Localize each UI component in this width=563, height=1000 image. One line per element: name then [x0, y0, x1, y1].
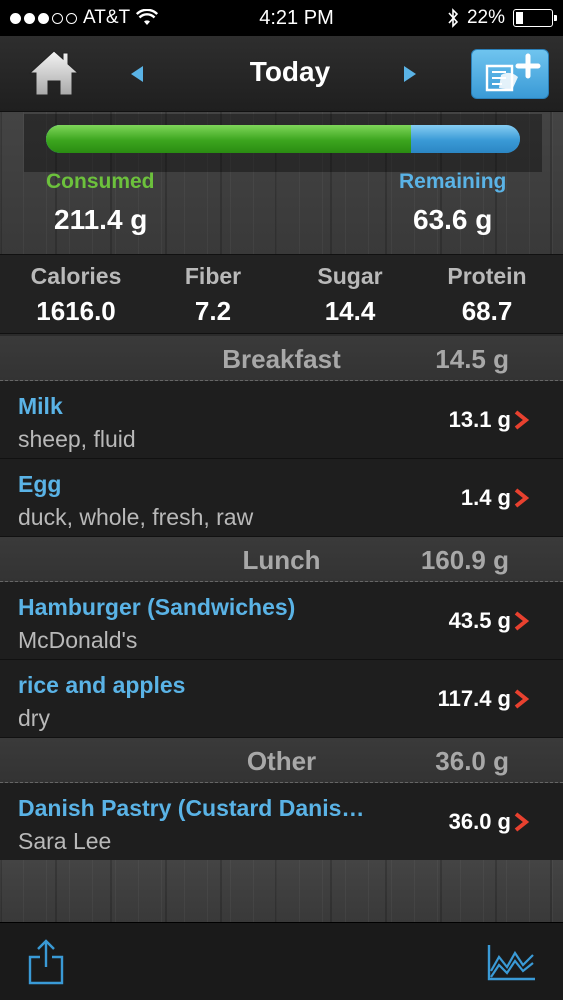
nutrient-value: 1616.0: [36, 296, 116, 326]
clock: 4:21 PM: [259, 6, 334, 29]
consumed-value: 211.4 g: [54, 204, 148, 235]
food-amount: 13.1 g: [448, 407, 511, 432]
bluetooth-icon: [448, 8, 459, 28]
nutrient-label: Calories: [30, 263, 122, 289]
food-log-list: Breakfast 14.5 g Milk sheep, fluid 13.1 …: [0, 336, 563, 861]
food-row[interactable]: Egg duck, whole, fresh, raw 1.4 g: [0, 459, 563, 537]
add-food-button[interactable]: [471, 49, 549, 99]
food-name: Egg: [18, 471, 62, 497]
meal-header-lunch: Lunch 160.9 g: [0, 537, 563, 582]
progress-bar: [46, 125, 520, 153]
food-row[interactable]: rice and apples dry 117.4 g: [0, 660, 563, 738]
food-amount: 117.4 g: [437, 686, 511, 711]
nutrient-fiber: Fiber 7.2: [143, 255, 283, 327]
food-description: dry: [18, 705, 50, 731]
food-name: Hamburger (Sandwiches): [18, 594, 296, 620]
food-name: Danish Pastry (Custard Danis…: [18, 795, 365, 821]
meal-header-breakfast: Breakfast 14.5 g: [0, 336, 563, 381]
food-name: Milk: [18, 393, 63, 419]
status-right: 22%: [413, 7, 557, 29]
meal-total: 36.0 g: [435, 746, 509, 776]
chevron-right-icon: [514, 689, 529, 709]
progress-consumed: [46, 125, 411, 153]
battery-icon: [513, 9, 557, 27]
food-amount: 36.0 g: [448, 809, 511, 834]
carrier-label: AT&T: [83, 7, 131, 28]
page-title: Today: [249, 56, 331, 87]
nutrient-calories: Calories 1616.0: [6, 255, 146, 327]
food-row[interactable]: Hamburger (Sandwiches) McDonald's 43.5 g: [0, 582, 563, 660]
nutrient-label: Fiber: [184, 263, 242, 289]
chevron-right-icon: [514, 488, 529, 508]
food-description: McDonald's: [18, 627, 138, 653]
nutrient-label: Protein: [447, 263, 527, 289]
nav-bar: Today: [0, 36, 563, 112]
daily-summary: Consumed 211.4 g Remaining 63.6 g: [0, 112, 563, 254]
nutrient-value: 7.2: [194, 296, 232, 326]
empty-background: [0, 860, 563, 922]
remaining-value: 63.6 g: [413, 204, 493, 235]
arrow-right-icon[interactable]: [400, 64, 420, 84]
home-icon[interactable]: [28, 48, 80, 98]
meal-total: 160.9 g: [420, 545, 509, 575]
food-row[interactable]: Milk sheep, fluid 13.1 g: [0, 381, 563, 459]
remaining-label: Remaining: [399, 170, 507, 193]
food-amount: 43.5 g: [448, 608, 511, 633]
chart-icon[interactable]: [487, 943, 537, 981]
status-bar: AT&T 4:21 PM 22%: [0, 0, 563, 36]
food-row[interactable]: Danish Pastry (Custard Danis… Sara Lee 3…: [0, 783, 563, 861]
meal-header-other: Other 36.0 g: [0, 738, 563, 783]
nutrient-value: 14.4: [324, 296, 376, 326]
food-amount: 1.4 g: [460, 485, 511, 510]
food-description: Sara Lee: [18, 828, 112, 854]
consumed-label: Consumed: [46, 170, 155, 193]
nutrient-summary: Calories 1616.0 Fiber 7.2 Sugar 14.4 Pro…: [0, 254, 563, 334]
battery-percent: 22%: [466, 7, 505, 28]
food-name: rice and apples: [18, 672, 186, 698]
nutrient-protein: Protein 68.7: [417, 255, 557, 327]
chevron-right-icon: [514, 611, 529, 631]
progress-container: [24, 114, 542, 172]
wifi-icon: [136, 9, 159, 25]
signal-dots-icon: [10, 12, 77, 24]
chevron-right-icon: [514, 812, 529, 832]
add-food-icon: [485, 53, 541, 92]
arrow-left-icon[interactable]: [127, 64, 147, 84]
nutrient-sugar: Sugar 14.4: [280, 255, 420, 327]
chevron-right-icon: [514, 410, 529, 430]
nutrient-value: 68.7: [461, 296, 513, 326]
food-description: sheep, fluid: [18, 426, 136, 452]
meal-total: 14.5 g: [435, 344, 509, 374]
food-description: duck, whole, fresh, raw: [18, 504, 254, 530]
battery-fill: [516, 12, 524, 24]
bottom-toolbar: [0, 922, 563, 1000]
nutrient-label: Sugar: [317, 263, 383, 289]
share-icon[interactable]: [26, 937, 66, 987]
